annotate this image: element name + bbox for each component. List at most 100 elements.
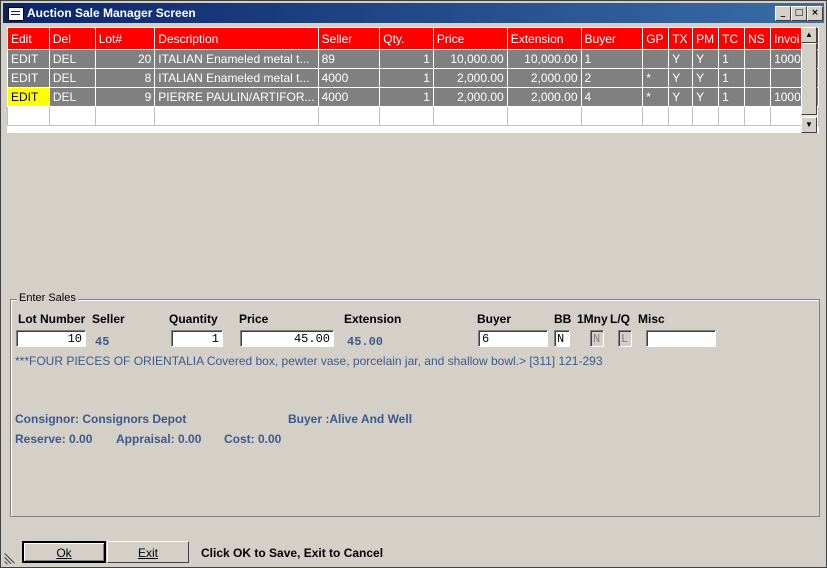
table-row[interactable]: EDIT DEL 20 ITALIAN Enameled metal t... 89 1 1… [7, 49, 819, 69]
table-cell: Y [692, 49, 720, 69]
table-cell: 1 [580, 49, 644, 69]
consignor-info: Consignor: Consignors Depot [15, 412, 187, 426]
table-cell [744, 68, 772, 88]
extension-value: 45.00 [347, 335, 384, 349]
ok-button[interactable]: Ok [22, 541, 106, 563]
table-cell: 1 [379, 68, 434, 88]
table-row[interactable]: EDIT DEL 9 PIERRE PAULIN/ARTIFOR... 4000 1 2,0… [7, 87, 819, 107]
misc-label: Misc [638, 312, 665, 326]
one-money-input: N [590, 330, 604, 347]
column-header-tc[interactable]: TC [718, 27, 746, 50]
table-cell: 4000 [317, 68, 381, 88]
price-label: Price [239, 312, 269, 326]
table-cell: * [642, 68, 670, 88]
main-window: Auction Sale Manager Screen _ □ × Edit De… [0, 0, 827, 568]
table-cell: 1 [718, 68, 746, 88]
column-header-ns[interactable]: NS [744, 27, 772, 50]
column-header-gp[interactable]: GP [642, 27, 670, 50]
table-cell: 1 [718, 49, 746, 69]
table-cell: 1 [718, 87, 746, 107]
column-header-del[interactable]: Del [48, 27, 96, 50]
table-cell: 2,000.00 [506, 87, 582, 107]
table-cell: 1 [379, 87, 434, 107]
column-header-qty[interactable]: Qty. [379, 27, 434, 50]
column-header-seller[interactable]: Seller [317, 27, 381, 50]
table-cell: 2,000.00 [506, 68, 582, 88]
scroll-up-icon[interactable]: ▲ [801, 27, 817, 43]
enter-sales-legend: Enter Sales [17, 292, 78, 304]
buyer-info: Buyer :Alive And Well [288, 412, 413, 426]
column-header-pm[interactable]: PM [692, 27, 720, 50]
price-input[interactable]: 45.00 [240, 330, 334, 347]
resize-grip-icon[interactable] [4, 551, 17, 565]
sales-grid: Edit Del Lot# Description Seller Qty. Price Ext… [7, 27, 819, 133]
lot-number-label: Lot Number [18, 312, 86, 326]
lot-number-input[interactable]: 10 [16, 330, 86, 347]
table-cell: * [642, 87, 670, 107]
maximize-button[interactable]: □ [791, 6, 807, 21]
close-button[interactable]: × [807, 6, 823, 21]
delete-link[interactable]: DEL [48, 49, 96, 69]
table-cell: 89 [317, 49, 381, 69]
table-cell: 10,000.00 [432, 49, 508, 69]
edit-link[interactable]: EDIT [7, 87, 50, 107]
scroll-down-icon[interactable]: ▼ [801, 117, 817, 133]
column-header-lot[interactable]: Lot# [94, 27, 156, 50]
table-cell [744, 49, 772, 69]
grid-scrollbar[interactable]: ▲ ▼ [801, 27, 817, 133]
sales-table: Edit Del Lot# Description Seller Qty. Price Ext… [7, 27, 819, 126]
lot-description: ***FOUR PIECES OF ORIENTALIA Covered box… [15, 354, 603, 368]
one-money-label: 1Mny [577, 312, 608, 326]
status-text: Click OK to Save, Exit to Cancel [201, 546, 384, 560]
table-cell: Y [668, 68, 694, 88]
edit-link[interactable]: EDIT [7, 68, 50, 88]
table-cell: 10,000.00 [506, 49, 582, 69]
table-row[interactable]: EDIT DEL 8 ITALIAN Enameled metal t... 4000 1… [7, 68, 819, 88]
edit-link[interactable]: EDIT [7, 49, 50, 69]
app-icon [8, 7, 24, 21]
table-cell: Y [692, 87, 720, 107]
seller-label: Seller [92, 312, 125, 326]
table-cell: 2,000.00 [432, 68, 508, 88]
table-cell: Y [692, 68, 720, 88]
quantity-label: Quantity [169, 312, 218, 326]
table-cell: 2,000.00 [432, 87, 508, 107]
cost-info: Cost: 0.00 [224, 432, 282, 446]
table-cell: 20 [94, 49, 156, 69]
delete-link[interactable]: DEL [48, 68, 96, 88]
table-row-empty[interactable] [7, 106, 819, 126]
table-cell: ITALIAN Enameled metal t... [154, 68, 319, 88]
column-header-edit[interactable]: Edit [7, 27, 50, 50]
column-header-extension[interactable]: Extension [506, 27, 582, 50]
table-cell [744, 87, 772, 107]
window-title: Auction Sale Manager Screen [27, 6, 196, 20]
exit-button[interactable]: Exit [107, 541, 189, 563]
buyer-input[interactable]: 6 [478, 330, 548, 347]
misc-input[interactable] [646, 330, 716, 347]
table-cell: Y [668, 87, 694, 107]
seller-value: 45 [95, 335, 110, 349]
appraisal-info: Appraisal: 0.00 [116, 432, 202, 446]
table-header: Edit Del Lot# Description Seller Qty. Price Ext… [7, 27, 819, 50]
scroll-thumb[interactable] [801, 43, 817, 115]
minimize-button[interactable]: _ [775, 6, 791, 21]
column-header-price[interactable]: Price [432, 27, 508, 50]
lq-label: L/Q [610, 312, 630, 326]
table-cell: Y [668, 49, 694, 69]
column-header-tx[interactable]: TX [668, 27, 694, 50]
table-cell: 8 [94, 68, 156, 88]
column-header-description[interactable]: Description [154, 27, 319, 50]
reserve-info: Reserve: 0.00 [15, 432, 93, 446]
table-cell: ITALIAN Enameled metal t... [154, 49, 319, 69]
table-cell: 4000 [317, 87, 381, 107]
lq-input: L [618, 330, 632, 347]
title-bar[interactable]: Auction Sale Manager Screen _ □ × [3, 3, 824, 23]
ok-button-label: Ok [56, 546, 72, 560]
table-cell: 4 [580, 87, 644, 107]
bb-input[interactable]: N [554, 330, 570, 347]
quantity-input[interactable]: 1 [171, 330, 223, 347]
delete-link[interactable]: DEL [48, 87, 96, 107]
exit-button-label: Exit [137, 546, 158, 560]
column-header-buyer[interactable]: Buyer [580, 27, 644, 50]
table-cell: 2 [580, 68, 644, 88]
